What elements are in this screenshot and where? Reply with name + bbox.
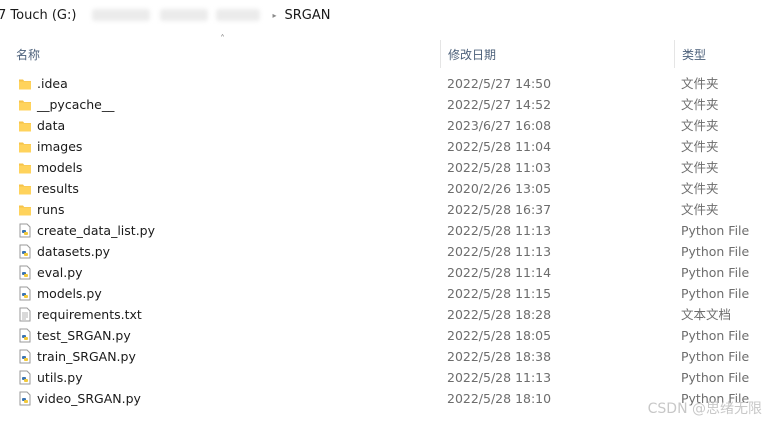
- file-row[interactable]: __pycache__ 2022/5/27 14:52 文件夹: [0, 94, 776, 115]
- folder-icon: [18, 160, 32, 175]
- file-name: train_SRGAN.py: [37, 349, 136, 364]
- file-type: Python File: [681, 328, 750, 343]
- file-date-modified: 2022/5/28 11:13: [447, 244, 552, 259]
- python-file-icon: [18, 286, 32, 301]
- file-type: 文件夹: [681, 97, 719, 112]
- folder-icon: [18, 202, 32, 217]
- file-date-modified: 2022/5/28 18:28: [447, 307, 552, 322]
- column-header: ˄ 名称 修改日期 类型: [0, 34, 776, 68]
- file-date-modified: 2022/5/28 11:13: [447, 370, 552, 385]
- file-type: Python File: [681, 244, 750, 259]
- column-header-date-modified[interactable]: 修改日期: [440, 40, 674, 68]
- address-bar[interactable]: 7 Touch (G:) ▸ SRGAN: [0, 0, 776, 30]
- file-name: runs: [37, 202, 65, 217]
- file-date-modified: 2020/2/26 13:05: [447, 181, 552, 196]
- file-name: data: [37, 118, 66, 133]
- file-name: .idea: [37, 76, 68, 91]
- file-row[interactable]: create_data_list.py 2022/5/28 11:13 Pyth…: [0, 220, 776, 241]
- file-type: Python File: [681, 349, 750, 364]
- file-date-modified: 2022/5/28 11:03: [447, 160, 552, 175]
- folder-icon: [18, 139, 32, 154]
- file-name: create_data_list.py: [37, 223, 155, 238]
- file-date-modified: 2023/6/27 16:08: [447, 118, 552, 133]
- python-file-icon: [18, 265, 32, 280]
- file-date-modified: 2022/5/27 14:50: [447, 76, 552, 91]
- file-date-modified: 2022/5/28 11:04: [447, 139, 552, 154]
- file-date-modified: 2022/5/28 18:05: [447, 328, 552, 343]
- column-header-name[interactable]: 名称: [0, 40, 440, 68]
- file-type: 文件夹: [681, 160, 719, 175]
- file-row[interactable]: results 2020/2/26 13:05 文件夹: [0, 178, 776, 199]
- file-name: models.py: [37, 286, 102, 301]
- python-file-icon: [18, 370, 32, 385]
- redacted-segment: [92, 9, 151, 21]
- file-date-modified: 2022/5/28 16:37: [447, 202, 552, 217]
- file-row[interactable]: .idea 2022/5/27 14:50 文件夹: [0, 73, 776, 94]
- file-row[interactable]: data 2023/6/27 16:08 文件夹: [0, 115, 776, 136]
- file-date-modified: 2022/5/28 18:10: [447, 391, 552, 406]
- watermark: CSDN @思绪无限: [647, 401, 762, 417]
- file-date-modified: 2022/5/28 18:38: [447, 349, 552, 364]
- python-file-icon: [18, 328, 32, 343]
- file-name: datasets.py: [37, 244, 111, 259]
- file-name: models: [37, 160, 83, 175]
- file-type: 文件夹: [681, 139, 719, 154]
- file-type: 文件夹: [681, 76, 719, 91]
- file-date-modified: 2022/5/28 11:13: [447, 223, 552, 238]
- column-header-type[interactable]: 类型: [674, 40, 776, 68]
- file-name: eval.py: [37, 265, 83, 280]
- file-row[interactable]: models.py 2022/5/28 11:15 Python File: [0, 283, 776, 304]
- file-row[interactable]: models 2022/5/28 11:03 文件夹: [0, 157, 776, 178]
- file-date-modified: 2022/5/27 14:52: [447, 97, 552, 112]
- file-date-modified: 2022/5/28 11:15: [447, 286, 552, 301]
- file-type: Python File: [681, 286, 750, 301]
- file-name: requirements.txt: [37, 307, 142, 322]
- file-type: 文件夹: [681, 118, 719, 133]
- file-name: test_SRGAN.py: [37, 328, 131, 343]
- breadcrumb-drive[interactable]: 7 Touch (G:): [0, 8, 76, 23]
- file-type: Python File: [681, 370, 750, 385]
- file-row[interactable]: eval.py 2022/5/28 11:14 Python File: [0, 262, 776, 283]
- file-row[interactable]: requirements.txt 2022/5/28 18:28 文本文档: [0, 304, 776, 325]
- file-date-modified: 2022/5/28 11:14: [447, 265, 552, 280]
- file-list: .idea 2022/5/27 14:50 文件夹 __pycache__ 20…: [0, 73, 776, 409]
- file-name: results: [37, 181, 79, 196]
- file-explorer-window: 7 Touch (G:) ▸ SRGAN ˄ 名称 修改日期 类型 .idea …: [0, 0, 776, 426]
- python-file-icon: [18, 391, 32, 406]
- file-type: 文本文档: [681, 307, 732, 322]
- file-row[interactable]: runs 2022/5/28 16:37 文件夹: [0, 199, 776, 220]
- python-file-icon: [18, 349, 32, 364]
- file-type: Python File: [681, 223, 750, 238]
- file-name: utils.py: [37, 370, 83, 385]
- redacted-segment: [160, 9, 209, 21]
- file-name: __pycache__: [37, 97, 115, 112]
- folder-icon: [18, 97, 32, 112]
- python-file-icon: [18, 223, 32, 238]
- python-file-icon: [18, 244, 32, 259]
- file-name: video_SRGAN.py: [37, 391, 141, 406]
- folder-icon: [18, 76, 32, 91]
- file-row[interactable]: images 2022/5/28 11:04 文件夹: [0, 136, 776, 157]
- file-name: images: [37, 139, 83, 154]
- file-type: 文件夹: [681, 181, 719, 196]
- file-row[interactable]: train_SRGAN.py 2022/5/28 18:38 Python Fi…: [0, 346, 776, 367]
- breadcrumb-separator-icon[interactable]: ▸: [272, 11, 276, 20]
- folder-icon: [18, 118, 32, 133]
- redacted-segment: [216, 9, 261, 21]
- folder-icon: [18, 181, 32, 196]
- file-row[interactable]: test_SRGAN.py 2022/5/28 18:05 Python Fil…: [0, 325, 776, 346]
- file-row[interactable]: datasets.py 2022/5/28 11:13 Python File: [0, 241, 776, 262]
- file-row[interactable]: utils.py 2022/5/28 11:13 Python File: [0, 367, 776, 388]
- file-type: 文件夹: [681, 202, 719, 217]
- file-type: Python File: [681, 265, 750, 280]
- text-file-icon: [18, 307, 32, 322]
- breadcrumb-current-folder[interactable]: SRGAN: [284, 8, 330, 23]
